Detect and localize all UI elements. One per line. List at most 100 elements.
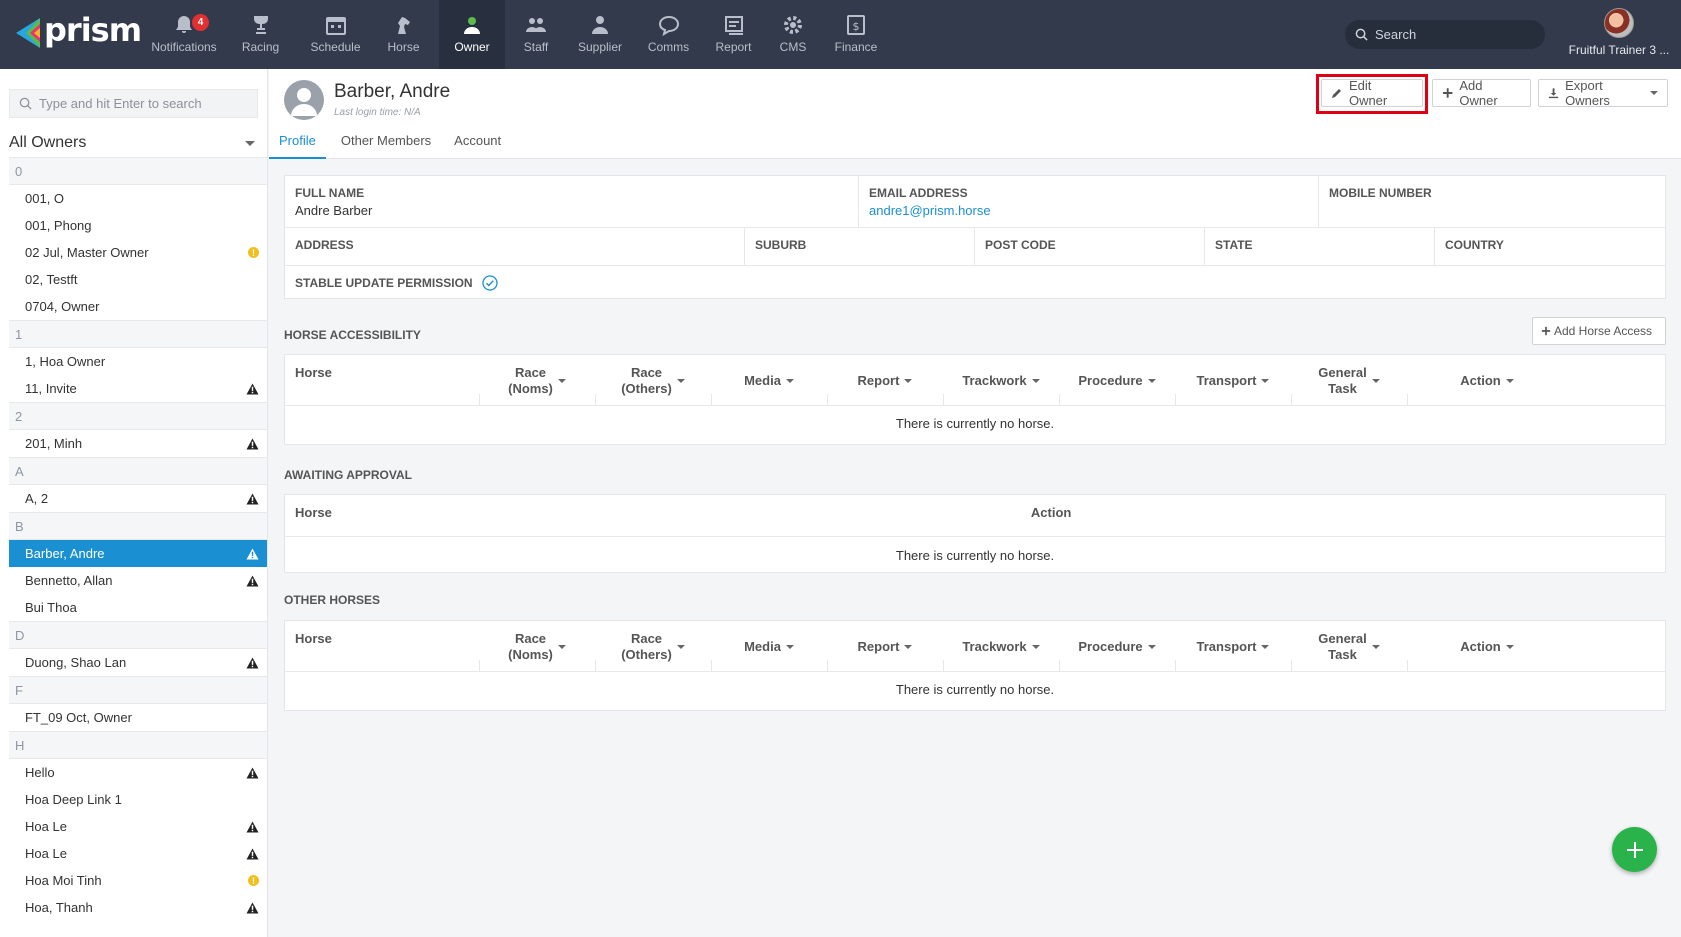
owner-list-item[interactable]: A, 2 [9,485,267,512]
owner-list-item[interactable]: 201, Minh [9,430,267,457]
column-header-procedure[interactable]: Procedure [1059,621,1175,672]
owner-list: 0 001, O 001, Phong 02 Jul, Master Owner! 02… [9,157,267,921]
owner-list-item[interactable]: Duong, Shao Lan [9,649,267,676]
column-header-report[interactable]: Report [827,621,943,672]
email-link[interactable]: andre1@prism.horse [869,203,1308,218]
nav-schedule[interactable]: Schedule [303,0,368,69]
svg-text:$: $ [853,20,860,33]
owner-list-item[interactable]: 1, Hoa Owner [9,348,267,375]
nav-report[interactable]: Report [704,0,763,69]
owner-list-item[interactable]: Hoa Deep Link 1 [9,786,267,813]
column-header-general-task[interactable]: General Task [1291,621,1407,672]
owner-list-item[interactable]: Hoa Le [9,813,267,840]
report-icon [724,16,743,35]
column-header-media[interactable]: Media [711,621,827,672]
table-header: Horse Race (Noms) Race (Others) Media Report… [285,355,1665,406]
owner-list-item[interactable]: 11, Invite [9,375,267,402]
column-header-label: Action [1460,372,1501,388]
column-header-race-noms[interactable]: Race (Noms) [479,355,595,406]
download-icon [1548,88,1559,99]
column-header-trackwork[interactable]: Trackwork [943,355,1059,406]
add-owner-button[interactable]: Add Owner [1432,78,1531,108]
column-separator [827,660,828,672]
chevron-down-icon [557,378,566,383]
owner-list-item[interactable]: 02 Jul, Master Owner! [9,239,267,266]
owner-filter-dropdown[interactable]: All Owners [9,129,259,157]
chevron-down-icon [1147,644,1156,649]
add-fab-button[interactable] [1612,827,1657,872]
owner-list-item[interactable]: Hello [9,759,267,786]
group-header: D [9,621,267,649]
state-field: STATE [1205,228,1435,265]
owner-list-item[interactable]: 0704, Owner [9,293,267,320]
tab-other-members[interactable]: Other Members [326,131,441,159]
column-header-label: Procedure [1078,638,1143,654]
column-separator [595,660,596,672]
column-header-action[interactable]: Action [1407,621,1567,672]
owner-list-item[interactable]: Barber, Andre [9,540,267,567]
table-header: Horse Race (Noms) Race (Others) Media Report… [285,621,1665,672]
horse-icon [397,17,410,34]
column-header-report[interactable]: Report [827,355,943,406]
nav-owner[interactable]: Owner [439,0,505,69]
mobile-field: MOBILE NUMBER [1329,186,1432,200]
owner-list-item[interactable]: Hoa Le [9,840,267,867]
owner-list-item[interactable]: 02, Testft [9,266,267,293]
nav-label: Schedule [310,40,361,54]
nav-label: Owner [454,40,490,54]
owner-list-item[interactable]: 001, O [9,185,267,212]
chevron-down-icon [1371,644,1380,649]
nav-comms[interactable]: Comms [633,0,704,69]
nav-horse[interactable]: Horse [368,0,439,69]
profile-header: Barber, Andre Last login time: N/A Profi… [269,69,1681,159]
address-field: ADDRESS [285,228,745,265]
prism-logo[interactable]: prism [14,11,142,52]
nav-racing[interactable]: Racing [218,0,303,69]
owner-list-item-name: Bui Thoa [25,600,77,615]
nav-finance[interactable]: $ Finance [823,0,889,69]
owner-list-item[interactable]: Bennetto, Allan [9,567,267,594]
suburb-field: SUBURB [745,228,975,265]
group-header: A [9,457,267,485]
edit-owner-button[interactable]: Edit Owner [1321,78,1423,108]
user-menu[interactable]: Fruitful Trainer 3 ... [1560,8,1678,57]
owner-list-item[interactable]: Hoa, Thanh [9,894,267,921]
column-header-race-others[interactable]: Race (Others) [595,355,711,406]
tab-account[interactable]: Account [441,131,511,159]
owner-list-item[interactable]: Hoa Moi Tinh! [9,867,267,894]
nav-notifications[interactable]: 4 Notifications [150,0,218,69]
owner-list-item[interactable]: Bui Thoa [9,594,267,621]
stable-permission-label: STABLE UPDATE PERMISSION [295,276,473,290]
column-separator [1291,394,1292,406]
column-header-general-task[interactable]: General Task [1291,355,1407,406]
column-header-media[interactable]: Media [711,355,827,406]
column-separator [827,394,828,406]
column-header-race-others[interactable]: Race (Others) [595,621,711,672]
export-owners-button[interactable]: Export Owners [1538,78,1668,108]
owner-search[interactable] [9,89,258,118]
info-row-contact: FULL NAME Andre Barber EMAIL ADDRESS and… [285,176,1665,228]
chevron-down-icon [245,140,255,146]
group-header: H [9,731,267,759]
column-header-transport[interactable]: Transport [1175,355,1291,406]
global-search-input[interactable] [1375,27,1535,42]
nav-cms[interactable]: CMS [763,0,823,69]
column-header-action[interactable]: Action [1407,355,1567,406]
add-horse-access-button[interactable]: Add Horse Access [1532,317,1666,345]
column-header-procedure[interactable]: Procedure [1059,355,1175,406]
column-header-trackwork[interactable]: Trackwork [943,621,1059,672]
owner-list-item-name: Bennetto, Allan [25,573,113,588]
owner-list-item[interactable]: FT_09 Oct, Owner [9,704,267,731]
chat-icon [658,15,679,37]
owner-list-item[interactable]: 001, Phong [9,212,267,239]
nav-supplier[interactable]: Supplier [567,0,633,69]
column-header-race-noms[interactable]: Race (Noms) [479,621,595,672]
tab-profile[interactable]: Profile [269,131,326,159]
nav-staff[interactable]: Staff [505,0,567,69]
column-separator [595,394,596,406]
owner-search-input[interactable] [39,96,249,111]
global-search[interactable] [1345,20,1545,49]
column-header-label: Transport [1196,638,1257,654]
column-header-transport[interactable]: Transport [1175,621,1291,672]
chevron-down-icon [1505,644,1514,649]
